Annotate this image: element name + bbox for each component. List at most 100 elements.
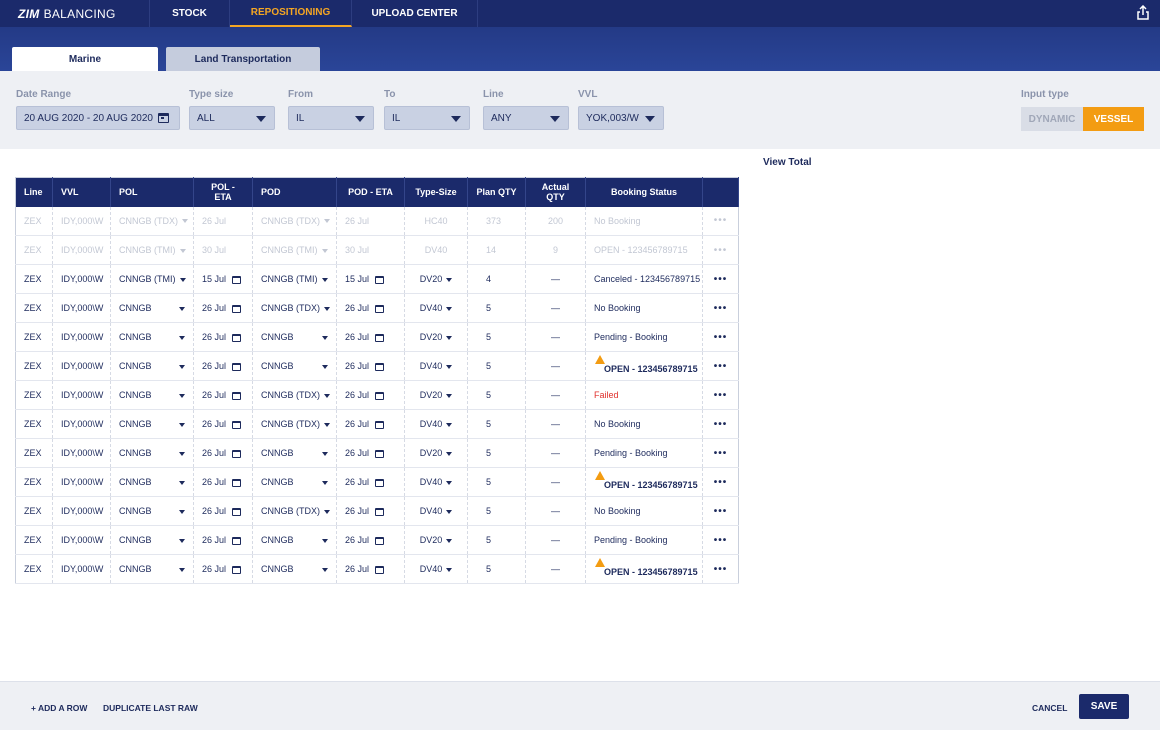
more-icon[interactable]: ••• <box>702 496 739 526</box>
tab-marine[interactable]: Marine <box>12 47 158 71</box>
plan-qty-cell[interactable]: 5 <box>467 409 526 439</box>
type-size-select[interactable]: ALL <box>189 106 275 130</box>
plan-qty-cell[interactable]: 5 <box>467 438 526 468</box>
calendar-icon[interactable] <box>375 304 385 313</box>
pol-eta-picker[interactable]: 26 Jul <box>193 525 253 555</box>
pod-eta-picker[interactable]: 26 Jul <box>336 496 405 526</box>
pol-select[interactable]: CNNGB (TMI) <box>110 235 194 265</box>
calendar-icon[interactable] <box>375 275 385 284</box>
pod-select[interactable]: CNNGB (TMI) <box>252 264 337 294</box>
calendar-icon[interactable] <box>375 478 385 487</box>
type-size-select[interactable]: DV40 <box>404 467 468 497</box>
table-row[interactable]: ZEX IDY,000\W CNNGB 26 Jul CNNGB (TDX) 26 Jul… <box>15 293 739 323</box>
pod-select[interactable]: CNNGB <box>252 351 337 381</box>
add-row-button[interactable]: + ADD A ROW <box>31 703 87 713</box>
pol-select[interactable]: CNNGB <box>110 380 194 410</box>
col-header-pod-eta[interactable]: POD - ETA <box>336 177 405 207</box>
pol-select[interactable]: CNNGB <box>110 293 194 323</box>
plan-qty-cell[interactable]: 5 <box>467 525 526 555</box>
plan-qty-cell[interactable]: 5 <box>467 496 526 526</box>
pol-eta-picker[interactable]: 26 Jul <box>193 467 253 497</box>
more-icon[interactable]: ••• <box>702 380 739 410</box>
nav-tab-upload-center[interactable]: UPLOAD CENTER <box>352 0 478 27</box>
calendar-icon[interactable] <box>375 536 385 545</box>
calendar-icon[interactable] <box>375 420 385 429</box>
more-icon[interactable]: ••• <box>702 467 739 497</box>
pol-eta-picker[interactable]: 30 Jul <box>193 235 253 265</box>
more-icon[interactable]: ••• <box>702 293 739 323</box>
type-size-select[interactable]: DV20 <box>404 380 468 410</box>
type-size-select[interactable]: DV40 <box>404 496 468 526</box>
pod-select[interactable]: CNNGB (TMI) <box>252 235 337 265</box>
pol-eta-picker[interactable]: 26 Jul <box>193 351 253 381</box>
pod-select[interactable]: CNNGB <box>252 322 337 352</box>
plan-qty-cell[interactable]: 5 <box>467 380 526 410</box>
nav-tab-repositioning[interactable]: REPOSITIONING <box>230 0 352 27</box>
more-icon[interactable]: ••• <box>702 438 739 468</box>
table-row[interactable]: ZEX IDY,000\W CNNGB 26 Jul CNNGB 26 Jul DV40 5—… <box>15 351 739 381</box>
pod-eta-picker[interactable]: 26 Jul <box>336 554 405 584</box>
pod-eta-picker[interactable]: 15 Jul <box>336 264 405 294</box>
plan-qty-cell[interactable]: 5 <box>467 322 526 352</box>
pol-eta-picker[interactable]: 26 Jul <box>193 409 253 439</box>
pol-eta-picker[interactable]: 26 Jul <box>193 554 253 584</box>
calendar-icon[interactable] <box>232 275 242 284</box>
pol-select[interactable]: CNNGB <box>110 409 194 439</box>
more-icon[interactable]: ••• <box>702 351 739 381</box>
table-row[interactable]: ZEX IDY,000\W CNNGB 26 Jul CNNGB 26 Jul DV40 5—… <box>15 554 739 584</box>
pod-select[interactable]: CNNGB (TDX) <box>252 380 337 410</box>
col-header-pol[interactable]: POL <box>110 177 194 207</box>
calendar-icon[interactable] <box>375 362 385 371</box>
pod-select[interactable]: CNNGB <box>252 438 337 468</box>
cancel-button[interactable]: CANCEL <box>1032 703 1067 713</box>
plan-qty-cell[interactable]: 5 <box>467 351 526 381</box>
plan-qty-cell[interactable]: 5 <box>467 554 526 584</box>
col-header-booking-status[interactable]: Booking Status <box>585 177 703 207</box>
calendar-icon[interactable] <box>375 333 385 342</box>
pod-select[interactable]: CNNGB (TDX) <box>252 496 337 526</box>
more-icon[interactable]: ••• <box>702 554 739 584</box>
calendar-icon[interactable] <box>232 304 242 313</box>
pod-eta-picker[interactable]: 26 Jul <box>336 293 405 323</box>
calendar-icon[interactable] <box>232 391 242 400</box>
calendar-icon[interactable] <box>232 478 242 487</box>
pol-eta-picker[interactable]: 26 Jul <box>193 438 253 468</box>
table-row[interactable]: ZEX IDY,000\W CNNGB 26 Jul CNNGB 26 Jul DV20 5—… <box>15 322 739 352</box>
type-size-select[interactable]: DV40 <box>404 235 468 265</box>
col-header-line[interactable]: Line <box>15 177 53 207</box>
table-row[interactable]: ZEX IDY,000\W CNNGB (TDX) 26 Jul CNNGB (TDX)… <box>15 206 739 236</box>
calendar-icon[interactable] <box>375 507 385 516</box>
type-size-select[interactable]: DV40 <box>404 351 468 381</box>
col-header-type-size[interactable]: Type-Size <box>404 177 468 207</box>
duplicate-last-row-button[interactable]: DUPLICATE LAST RAW <box>103 703 198 713</box>
calendar-icon[interactable] <box>375 449 385 458</box>
type-size-select[interactable]: DV20 <box>404 438 468 468</box>
pol-eta-picker[interactable]: 26 Jul <box>193 496 253 526</box>
pod-eta-picker[interactable]: 26 Jul <box>336 206 405 236</box>
col-header-plan-qty[interactable]: Plan QTY <box>467 177 526 207</box>
pol-select[interactable]: CNNGB <box>110 525 194 555</box>
type-size-select[interactable]: DV40 <box>404 554 468 584</box>
table-row[interactable]: ZEX IDY,000\W CNNGB (TMI) 30 Jul CNNGB (TMI)… <box>15 235 739 265</box>
col-header-actual-qty[interactable]: Actual QTY <box>525 177 586 207</box>
save-button[interactable]: SAVE <box>1079 694 1129 719</box>
pod-eta-picker[interactable]: 26 Jul <box>336 380 405 410</box>
col-header-vvl[interactable]: VVL <box>52 177 111 207</box>
calendar-icon[interactable] <box>232 449 242 458</box>
pod-eta-picker[interactable]: 26 Jul <box>336 467 405 497</box>
plan-qty-cell[interactable]: 373 <box>467 206 526 236</box>
table-row[interactable]: ZEX IDY,000\W CNNGB 26 Jul CNNGB (TDX) 26 Jul… <box>15 409 739 439</box>
type-size-select[interactable]: DV40 <box>404 293 468 323</box>
pol-select[interactable]: CNNGB (TDX) <box>110 206 194 236</box>
pod-eta-picker[interactable]: 26 Jul <box>336 322 405 352</box>
pol-eta-picker[interactable]: 26 Jul <box>193 322 253 352</box>
input-type-dynamic-toggle[interactable]: DYNAMIC <box>1021 107 1083 131</box>
calendar-icon[interactable] <box>375 391 385 400</box>
table-row[interactable]: ZEX IDY,000\W CNNGB 26 Jul CNNGB (TDX) 26 Jul… <box>15 380 739 410</box>
calendar-icon[interactable] <box>232 507 242 516</box>
view-total-link[interactable]: View Total <box>763 157 812 168</box>
pod-select[interactable]: CNNGB (TDX) <box>252 409 337 439</box>
type-size-select[interactable]: HC40 <box>404 206 468 236</box>
pod-select[interactable]: CNNGB <box>252 525 337 555</box>
table-row[interactable]: ZEX IDY,000\W CNNGB 26 Jul CNNGB 26 Jul DV20 5—… <box>15 438 739 468</box>
